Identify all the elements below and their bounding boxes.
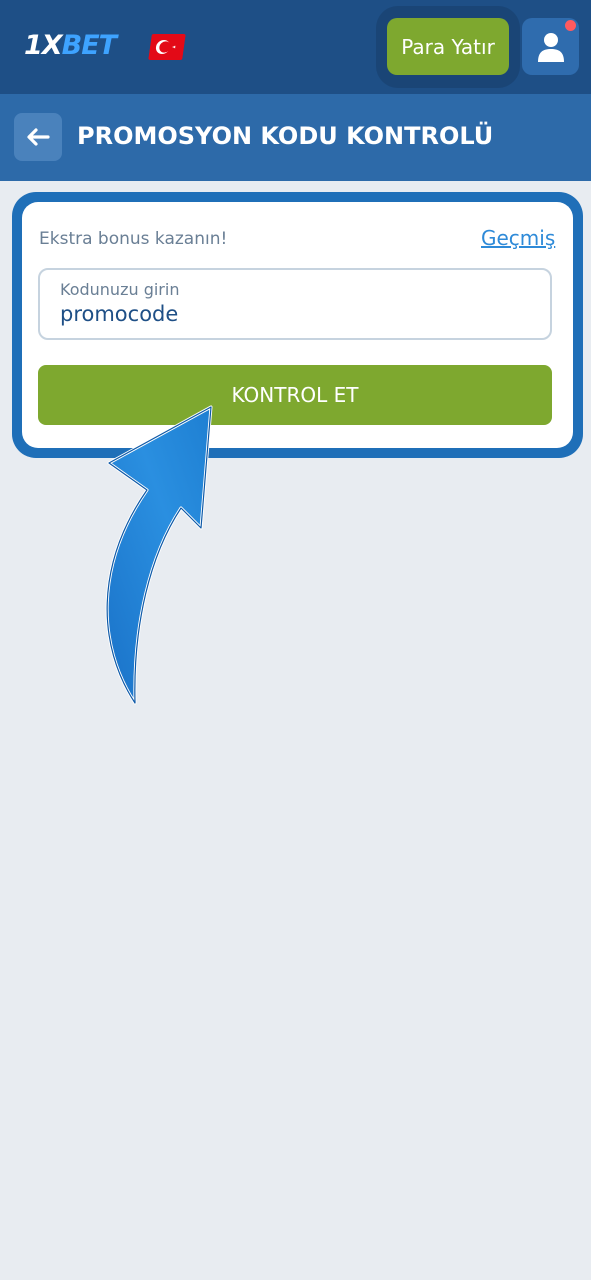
turkey-flag-icon[interactable] (148, 34, 186, 60)
back-button[interactable] (14, 113, 62, 161)
promo-code-label: Kodunuzu girin (60, 280, 180, 299)
promo-code-value[interactable]: promocode (60, 302, 178, 326)
deposit-button[interactable]: Para Yatır (387, 18, 509, 75)
brand-logo[interactable]: 1XBET (24, 30, 117, 61)
logo-suffix: BET (61, 30, 117, 61)
history-link[interactable]: Geçmiş (481, 226, 555, 250)
pointer-arrow-icon (105, 405, 213, 705)
bonus-text: Ekstra bonus kazanın! (39, 229, 228, 249)
notification-dot (565, 20, 576, 31)
arrow-left-icon (27, 128, 50, 146)
page-title: PROMOSYON KODU KONTROLÜ (77, 122, 494, 150)
logo-prefix: 1X (24, 30, 63, 61)
user-icon (537, 32, 564, 62)
